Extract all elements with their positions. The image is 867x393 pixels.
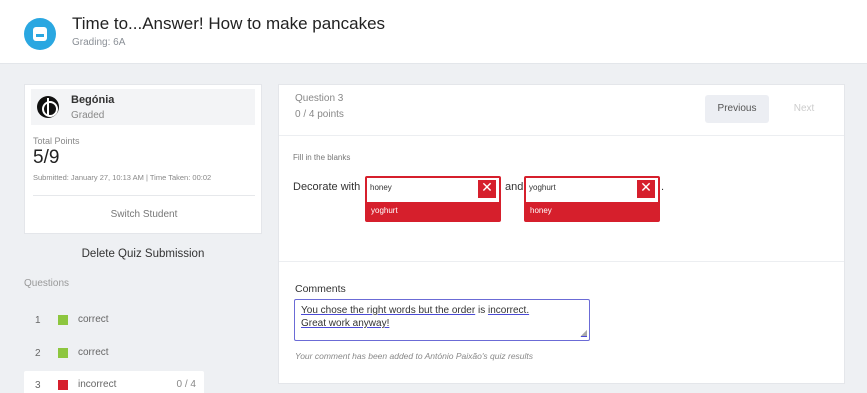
blank-correct-answer: yoghurt — [367, 202, 499, 220]
incorrect-status-icon — [58, 380, 68, 390]
comment-saved-note: Your comment has been added to António P… — [295, 351, 534, 361]
sentence-text-after: . — [661, 181, 665, 193]
student-card: Begónia Graded Total Points 5/9 Submitte… — [24, 84, 262, 234]
quiz-app-icon — [24, 18, 56, 50]
delete-quiz-submission-link[interactable]: Delete Quiz Submission — [24, 248, 262, 260]
comments-label: Comments — [295, 283, 346, 295]
correct-status-icon — [58, 315, 68, 325]
correct-status-icon — [58, 348, 68, 358]
total-points-value: 5/9 — [33, 147, 60, 168]
next-button: Next — [793, 103, 815, 114]
divider — [33, 195, 255, 196]
resize-handle-icon[interactable]: ◢ — [581, 326, 587, 339]
page-title: Time to...Answer! How to make pancakes — [72, 14, 386, 33]
question-instruction: Fill in the blanks — [293, 153, 351, 162]
close-icon: ✕ — [637, 180, 655, 198]
comment-line-1b: is — [475, 305, 488, 316]
student-avatar-icon — [37, 96, 59, 118]
page-subtitle: Grading: 6A — [72, 37, 126, 48]
switch-student-button[interactable]: Switch Student — [25, 203, 263, 227]
comment-textarea[interactable]: You chose the right words but the order … — [294, 299, 590, 341]
blank-correct-answer: honey — [526, 202, 658, 220]
question-item-2[interactable]: 2 correct — [24, 339, 204, 367]
divider — [279, 135, 844, 136]
divider — [279, 261, 844, 262]
question-title: Question 3 — [295, 93, 344, 104]
close-icon: ✕ — [478, 180, 496, 198]
question-status: correct — [78, 347, 109, 358]
question-points-summary: 0 / 4 points — [295, 109, 344, 120]
previous-button[interactable]: Previous — [705, 95, 769, 123]
question-number: 2 — [35, 348, 41, 359]
question-points: 0 / 4 — [176, 379, 196, 390]
question-item-3[interactable]: 3 incorrect 0 / 4 — [24, 371, 204, 393]
student-status: Graded — [71, 110, 105, 121]
sentence-text-between: and — [505, 181, 524, 193]
student-name: Begónia — [71, 94, 115, 106]
blank-1[interactable]: honey ✕ yoghurt — [365, 176, 501, 222]
question-number: 1 — [35, 315, 41, 326]
blank-answer: honey — [370, 183, 392, 192]
comment-line-1a: You chose the right words but the order — [301, 305, 476, 316]
question-panel: Question 3 0 / 4 points Previous Next Fi… — [278, 84, 845, 384]
blank-2[interactable]: yoghurt ✕ honey — [524, 176, 660, 222]
question-number: 3 — [35, 380, 41, 391]
questions-heading: Questions — [24, 278, 70, 289]
question-status: incorrect — [78, 379, 117, 390]
question-status: correct — [78, 314, 109, 325]
blank-answer: yoghurt — [529, 183, 556, 192]
comment-line-2: Great work anyway! — [301, 318, 390, 329]
top-bar: Time to...Answer! How to make pancakes G… — [0, 0, 867, 64]
question-item-1[interactable]: 1 correct — [24, 306, 204, 334]
student-summary: Begónia Graded — [31, 89, 255, 125]
submission-info: Submitted: January 27, 10:13 AM | Time T… — [33, 173, 212, 182]
sentence-text-before: Decorate with — [293, 181, 361, 193]
total-points-label: Total Points — [33, 136, 80, 146]
comment-line-1c: incorrect. — [487, 305, 530, 316]
